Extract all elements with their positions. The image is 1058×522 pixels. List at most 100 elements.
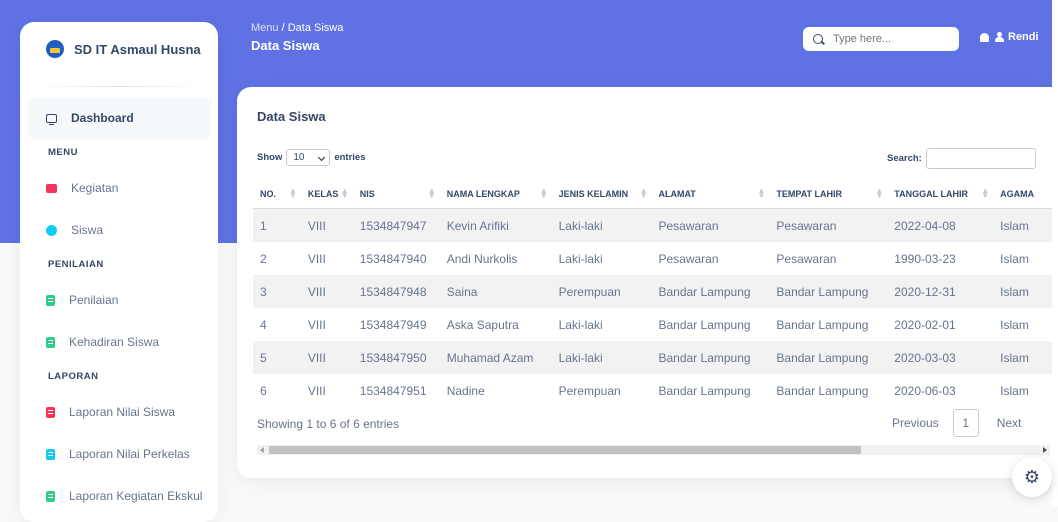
table-cell: Islam (1000, 251, 1029, 266)
table-cell: Saina (439, 275, 552, 308)
table-row: 2 VIII 1534847940 Andi Nurkolis Laki-lak… (253, 242, 1058, 275)
sidebar-item-label: Siswa (71, 223, 104, 237)
page-title: Data Siswa (251, 38, 320, 53)
sidebar-item-dashboard[interactable]: Dashboard (28, 97, 210, 139)
document-icon (46, 406, 55, 418)
sidebar-item-kehadiran-siswa[interactable]: Kehadiran Siswa (28, 321, 210, 363)
table-cell: Perempuan (551, 275, 652, 308)
sidebar-item-laporan-kegiatan-ekskul[interactable]: Laporan Kegiatan Ekskul (28, 475, 210, 517)
user-circle-icon (46, 224, 57, 236)
brand-name: SD IT Asmaul Husna (74, 41, 201, 57)
document-icon (46, 490, 55, 502)
document-icon (46, 448, 55, 460)
entries-select[interactable]: 10 (286, 149, 331, 166)
table-cell: Bandar Lampung (658, 317, 751, 332)
search-icon (813, 34, 823, 44)
sidebar-item-label: Penilaian (69, 293, 119, 307)
column-header-alamat[interactable]: ALAMAT ▲ ▼ (651, 179, 770, 209)
table-cell: Bandar Lampung (776, 383, 869, 398)
table-cell: 2 (260, 251, 267, 266)
table-cell: Bandar Lampung (769, 275, 888, 308)
sort-icon: ▲ ▼ (757, 186, 766, 200)
table-cell: Bandar Lampung (776, 317, 869, 332)
folder-icon (46, 183, 57, 193)
sort-icon: ▲ ▼ (288, 186, 297, 200)
table-cell: Islam (1000, 317, 1029, 332)
column-header-tanggal-lahir[interactable]: TANGGAL LAHIR ▲ ▼ (887, 179, 994, 209)
table-scroll-area: NO. ▲ ▼ KELAS ▲ ▼ NIS ▲ ▼ NAMA LENGKAP ▲ ▼ JENIS… (253, 179, 1058, 405)
table-cell: 2020-12-31 (887, 275, 994, 308)
column-header-agama[interactable]: AGAMA (993, 179, 1058, 209)
breadcrumb-root[interactable]: Menu (251, 22, 279, 34)
table-cell: Nadine (446, 383, 485, 398)
table-cell: 2020-06-03 (894, 383, 956, 398)
scrollbar-thumb[interactable] (269, 446, 861, 454)
column-header-tempat-lahir[interactable]: TEMPAT LAHIR ▲ ▼ (769, 179, 888, 209)
table-cell: VIII (307, 251, 326, 266)
bell-icon[interactable] (980, 32, 989, 42)
column-header-jenis-kelamin[interactable]: JENIS KELAMIN ▲ ▼ (551, 179, 652, 209)
sidebar-item-laporan-nilai-siswa[interactable]: Laporan Nilai Siswa (28, 391, 210, 433)
table-cell: Aska Saputra (446, 317, 519, 332)
window-edge (1052, 0, 1058, 506)
horizontal-scrollbar[interactable] (257, 445, 1050, 455)
sidebar-item-kegiatan[interactable]: Kegiatan (28, 167, 210, 209)
sort-icon: ▲ ▼ (427, 186, 436, 200)
table-cell: 1534847947 (352, 208, 440, 242)
table-cell: 1534847940 (359, 251, 427, 266)
table-cell: Pesawaran (776, 251, 837, 266)
table-cell: 6 (260, 383, 267, 398)
table-cell: 1990-03-23 (894, 251, 956, 266)
table-cell: VIII (307, 383, 326, 398)
table-cell: Islam (1000, 383, 1029, 398)
sidebar-item-siswa[interactable]: Siswa (28, 209, 210, 251)
table-header-row: NO. ▲ ▼ KELAS ▲ ▼ NIS ▲ ▼ NAMA LENGKAP ▲ ▼ JENIS… (253, 179, 1058, 209)
sidebar-item-laporan-nilai-perkelas[interactable]: Laporan Nilai Perkelas (28, 433, 210, 475)
table-search-input[interactable] (925, 148, 1036, 169)
table-cell: 1534847951 (359, 383, 427, 398)
column-header-nama-lengkap[interactable]: NAMA LENGKAP ▲ ▼ (439, 179, 552, 209)
table-cell: Andi Nurkolis (446, 251, 518, 266)
sidebar-item-penilaian[interactable]: Penilaian (28, 279, 210, 321)
next-page-button[interactable]: Next (997, 416, 1022, 430)
table-row: 4 VIII 1534847949 Aska Saputra Laki-laki… (253, 308, 1058, 341)
sidebar-item-label: Laporan Nilai Perkelas (69, 447, 190, 461)
sort-icon: ▲ ▼ (981, 186, 990, 200)
card-title: Data Siswa (257, 109, 326, 124)
page-1-button[interactable]: 1 (952, 409, 979, 437)
column-header-kelas[interactable]: KELAS ▲ ▼ (300, 179, 353, 209)
students-table: NO. ▲ ▼ KELAS ▲ ▼ NIS ▲ ▼ NAMA LENGKAP ▲ ▼ JENIS… (253, 179, 1058, 405)
previous-page-button[interactable]: Previous (892, 416, 939, 430)
sort-icon: ▲ ▼ (539, 186, 548, 200)
search-input[interactable] (831, 32, 945, 46)
entries-length-control: Show 10 entries (257, 149, 366, 166)
table-cell: VIII (300, 208, 353, 242)
table-cell: VIII (300, 341, 353, 374)
scroll-left-arrow-icon[interactable] (260, 447, 264, 453)
table-cell: Laki-laki (558, 317, 603, 332)
column-header-no[interactable]: NO. ▲ ▼ (253, 179, 301, 209)
breadcrumb-separator: / (281, 22, 285, 34)
scroll-right-arrow-icon[interactable] (1043, 447, 1047, 453)
table-row: 5 VIII 1534847950 Muhamad Azam Laki-laki… (253, 341, 1058, 374)
settings-button[interactable]: ⚙ (1012, 457, 1052, 497)
sort-icon: ▲ ▼ (875, 186, 884, 200)
column-header-nis[interactable]: NIS ▲ ▼ (352, 179, 440, 209)
user-name-link[interactable]: Rendi (1008, 31, 1039, 43)
sort-icon: ▲ ▼ (639, 186, 648, 200)
table-row: 1 VIII 1534847947 Kevin Arifiki Laki-lak… (253, 208, 1058, 242)
filter-label: Search: (887, 153, 922, 164)
table-info: Showing 1 to 6 of 6 entries (257, 417, 400, 431)
table-cell: Islam (993, 341, 1058, 374)
brand[interactable]: SD IT Asmaul Husna (20, 22, 218, 76)
table-cell: 5 (253, 341, 301, 374)
document-icon (46, 336, 55, 348)
table-cell: Laki-laki (551, 341, 652, 374)
sidebar: SD IT Asmaul Husna Dashboard MENU Kegiat… (20, 22, 218, 522)
table-cell: VIII (300, 275, 353, 308)
header-actions: Rendi (980, 31, 1039, 43)
table-cell: Laki-laki (558, 251, 603, 266)
document-icon (46, 294, 55, 306)
pagination: Previous 1 Next (892, 409, 1021, 437)
table-cell: Bandar Lampung (658, 383, 751, 398)
